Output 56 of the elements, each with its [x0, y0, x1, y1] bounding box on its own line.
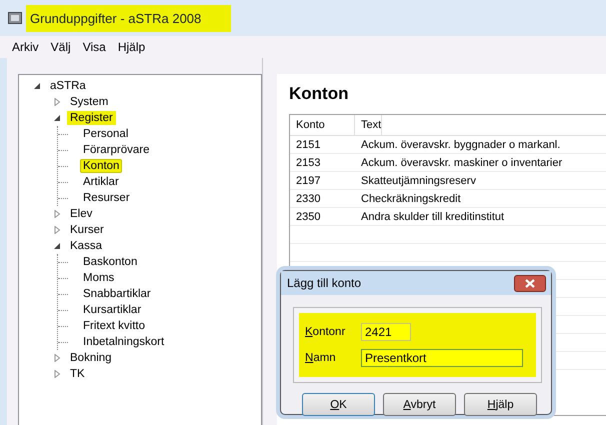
table-cell-text: 2151: [295, 138, 322, 150]
page-heading: Konton: [289, 84, 350, 104]
table-cell-text: Checkräkningskredit: [360, 192, 461, 204]
collapse-triangle-icon[interactable]: [33, 82, 41, 90]
tree-item[interactable]: Inbetalningskort: [80, 335, 168, 349]
tree-item[interactable]: Elev: [67, 207, 96, 221]
collapse-triangle-icon[interactable]: [53, 242, 61, 250]
tree-item[interactable]: TK: [67, 367, 88, 381]
dialog-title: Lägg till konto: [287, 276, 362, 290]
expand-triangle-icon[interactable]: [53, 354, 61, 362]
dialog-button[interactable]: OK: [302, 393, 375, 416]
app-icon: [8, 12, 22, 24]
expand-triangle-icon[interactable]: [53, 226, 61, 234]
column-header[interactable]: Text: [355, 115, 382, 135]
field-label: Kontonr: [305, 326, 346, 338]
table-cell-text: 2197: [295, 174, 322, 186]
menu-item[interactable]: Hjälp: [118, 40, 146, 54]
table-cell-text: Skatteutjämningsreserv: [360, 174, 476, 186]
tree-item[interactable]: aSTRa: [47, 79, 89, 93]
expand-triangle-icon[interactable]: [53, 370, 61, 378]
menu-item[interactable]: Visa: [82, 40, 106, 54]
tree-item[interactable]: Register: [67, 111, 116, 125]
close-icon: [525, 278, 535, 288]
tree-item[interactable]: Artiklar: [80, 175, 122, 189]
menu-item[interactable]: Välj: [50, 40, 71, 54]
field-label: Namn: [305, 352, 337, 364]
close-button[interactable]: [514, 274, 546, 292]
tree-item[interactable]: Resurser: [80, 191, 133, 205]
table-cell-text: Ackum. överavskr. maskiner o inventarier: [360, 156, 562, 168]
table-cell-text: 2330: [295, 192, 322, 204]
tree-item[interactable]: Fritext kvitto: [80, 319, 148, 333]
dialog-button[interactable]: Hjälp: [464, 393, 537, 416]
tree-item[interactable]: Personal: [80, 127, 132, 141]
input-field[interactable]: Presentkort: [361, 349, 523, 367]
tree-item[interactable]: Konton: [80, 159, 122, 173]
menu-item[interactable]: Arkiv: [12, 40, 39, 54]
window-title: Grunduppgifter - aSTRa 2008: [26, 4, 232, 32]
tree-item[interactable]: Snabbartiklar: [80, 287, 154, 301]
expand-triangle-icon[interactable]: [53, 98, 61, 106]
tree-item[interactable]: Förarprövare: [80, 143, 152, 157]
tree-item[interactable]: Kassa: [67, 239, 105, 253]
tree-item[interactable]: Baskonton: [80, 255, 140, 269]
tree-item[interactable]: Bokning: [67, 351, 115, 365]
column-header[interactable]: Konto: [290, 115, 355, 135]
tree-item[interactable]: System: [67, 95, 112, 109]
collapse-triangle-icon[interactable]: [53, 114, 61, 122]
table-cell-text: Andra skulder till kreditinstitut: [360, 210, 504, 222]
table-cell-text: 2153: [295, 156, 322, 168]
tree-item[interactable]: Moms: [80, 271, 118, 285]
input-field[interactable]: 2421: [361, 323, 411, 341]
tree-item[interactable]: Kursartiklar: [80, 303, 144, 317]
tree-item[interactable]: Kurser: [67, 223, 107, 237]
table-cell-text: Ackum. överavskr. byggnader o markanl.: [360, 138, 560, 150]
dialog-button[interactable]: Avbryt: [383, 393, 456, 416]
table-cell-text: 2350: [295, 210, 322, 222]
expand-triangle-icon[interactable]: [53, 210, 61, 218]
